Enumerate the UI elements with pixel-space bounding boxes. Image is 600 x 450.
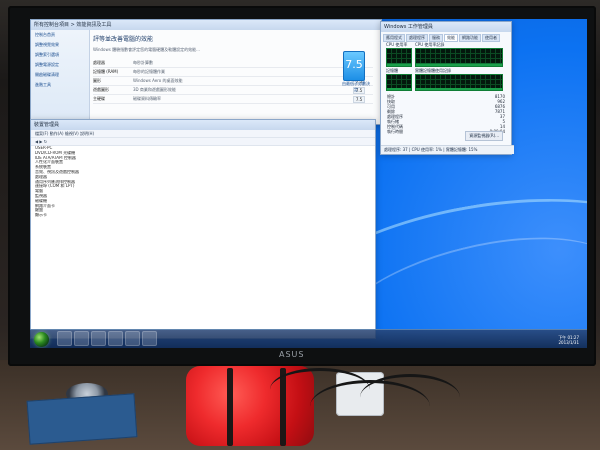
system-window-subtext: Windows 體驗指數會評定您的電腦硬體及軟體設定的效能... [93,47,200,52]
memory-graph [386,74,412,91]
menu-file[interactable]: 檔案(F) [35,131,48,136]
media-icon[interactable] [91,331,106,346]
desktop-screen: 所有控制台項目 > 效能資訊及工具 控制台首頁 調整視覺效果 調整索引選項 調整… [30,19,587,348]
refresh-icon[interactable]: ↻ [44,139,47,144]
clock-date: 2013/1/31 [558,340,579,345]
score-row-desc: 每秒計算數 [133,60,153,65]
score-row: 主硬碟 磁碟資料傳輸率 7.5 [93,95,373,104]
menu-view[interactable]: 檢視(V) [65,131,79,136]
score-row: 圖形 Windows Aero 的桌面效能 7.5 [93,77,373,86]
system-window-main: 評等並改善電腦的效能 Windows 體驗指數會評定您的電腦硬體及軟體設定的效能… [93,34,373,124]
start-orb-icon[interactable] [34,332,49,347]
sidebar-link-advanced[interactable]: 進階工具 [31,80,89,90]
device-tree: USER-PC DVD/CD-ROM 光碟機 IDE ATA/ATAPI 控制器… [35,146,185,218]
cable-3 [360,374,460,421]
tab-applications[interactable]: 應用程式 [383,34,405,42]
performance-score-badge: 7.5 [343,51,365,81]
score-row-name: 圖形 [93,78,101,83]
score-row-desc: 磁碟資料傳輸率 [133,96,161,101]
sidebar-link-cleanup[interactable]: 開啟磁碟清理 [31,70,89,80]
score-row-desc: 每秒的記憶體作業 [133,69,165,74]
task-manager-stats: 總計 8170 快取 962 可用 6876 剩餘 7871 處理程序 37 執行緒 5 控… [387,94,505,134]
sidebar-link-index[interactable]: 調整索引選項 [31,50,89,60]
score-row: 遊戲圖形 3D 商業和遊戲圖形效能 7.5 [93,86,373,95]
score-row-desc: 3D 商業和遊戲圖形效能 [133,87,176,92]
system-window-titlebar[interactable]: 所有控制台項目 > 效能資訊及工具 [31,20,381,30]
book-cover [26,393,138,445]
forward-arrow-icon[interactable]: ▶ [39,139,42,144]
task-manager-taskbar-icon[interactable] [142,331,157,346]
score-row: 記憶體 (RAM) 每秒的記憶體作業 7.5 [93,68,373,77]
monitor-bezel: 所有控制台項目 > 效能資訊及工具 控制台首頁 調整視覺效果 調整索引選項 調整… [8,6,596,366]
memory-history-graph [415,74,503,91]
sidebar-link-power[interactable]: 調整電源設定 [31,60,89,70]
resource-monitor-button[interactable]: 資源監視器(R)... [465,131,503,141]
menu-help[interactable]: 說明(H) [80,131,94,136]
device-manager-window: 裝置管理員 檔案(F) 動作(A) 檢視(V) 說明(H) ◀ ▶ ↻ USER… [30,119,376,339]
tab-users[interactable]: 使用者 [482,34,500,42]
folder-icon[interactable] [57,331,72,346]
cpu-history-graph [415,48,503,67]
menu-action[interactable]: 動作(A) [50,131,64,136]
task-manager-tabs: 應用程式 處理程序 服務 效能 網路功能 使用者 [381,32,511,42]
device-tree-item[interactable]: 顯示卡 [35,213,185,218]
system-tray[interactable]: 下午 01:27 2013/1/31 [558,335,579,345]
sidebar-link-home[interactable]: 控制台首頁 [31,30,89,40]
tab-processes[interactable]: 處理程序 [406,34,428,42]
monitor-brand-logo: ASUS [279,350,305,359]
tab-performance[interactable]: 效能 [444,34,458,42]
device-manager-taskbar-icon[interactable] [108,331,123,346]
task-manager-titlebar[interactable]: Windows 工作管理員 [381,22,511,32]
system-taskbar-icon[interactable] [125,331,140,346]
back-arrow-icon[interactable]: ◀ [35,139,38,144]
system-window-sidebar: 控制台首頁 調整視覺效果 調整索引選項 調整電源設定 開啟磁碟清理 進階工具 [31,30,90,124]
taskbar: 下午 01:27 2013/1/31 [30,329,587,348]
score-row-value: 7.5 [353,95,365,103]
performance-score-caption: 由最低子分數決定 [342,81,370,92]
pillow-strap-left [227,368,233,446]
system-window-heading: 評等並改善電腦的效能 [93,36,154,43]
score-row-name: 處理器 [93,60,105,65]
score-row-name: 遊戲圖形 [93,87,109,92]
system-window: 所有控制台項目 > 效能資訊及工具 控制台首頁 調整視覺效果 調整索引選項 調整… [30,19,382,125]
device-manager-toolbar: ◀ ▶ ↻ [31,138,375,146]
sidebar-link-visual[interactable]: 調整視覺效果 [31,40,89,50]
score-row: 處理器 每秒計算數 7.5 [93,59,373,68]
cpu-usage-graph [386,48,412,67]
task-manager-window: Windows 工作管理員 應用程式 處理程序 服務 效能 網路功能 使用者 C… [380,21,514,155]
device-manager-titlebar[interactable]: 裝置管理員 [31,120,375,130]
score-row-name: 主硬碟 [93,96,105,101]
tab-networking[interactable]: 網路功能 [459,34,481,42]
score-row-name: 記憶體 (RAM) [93,69,119,74]
device-manager-menubar: 檔案(F) 動作(A) 檢視(V) 說明(H) [31,130,375,138]
score-row-desc: Windows Aero 的桌面效能 [133,78,183,83]
desk-cables [270,360,470,450]
browser-icon[interactable] [74,331,89,346]
performance-graphs: CPU 使用率 CPU 使用率記錄 記憶體 實體記憶體使用記錄 [386,42,504,91]
task-manager-statusbar: 處理程序: 37 | CPU 使用率: 1% | 實體記憶體: 15% [381,145,514,154]
tab-services[interactable]: 服務 [429,34,443,42]
